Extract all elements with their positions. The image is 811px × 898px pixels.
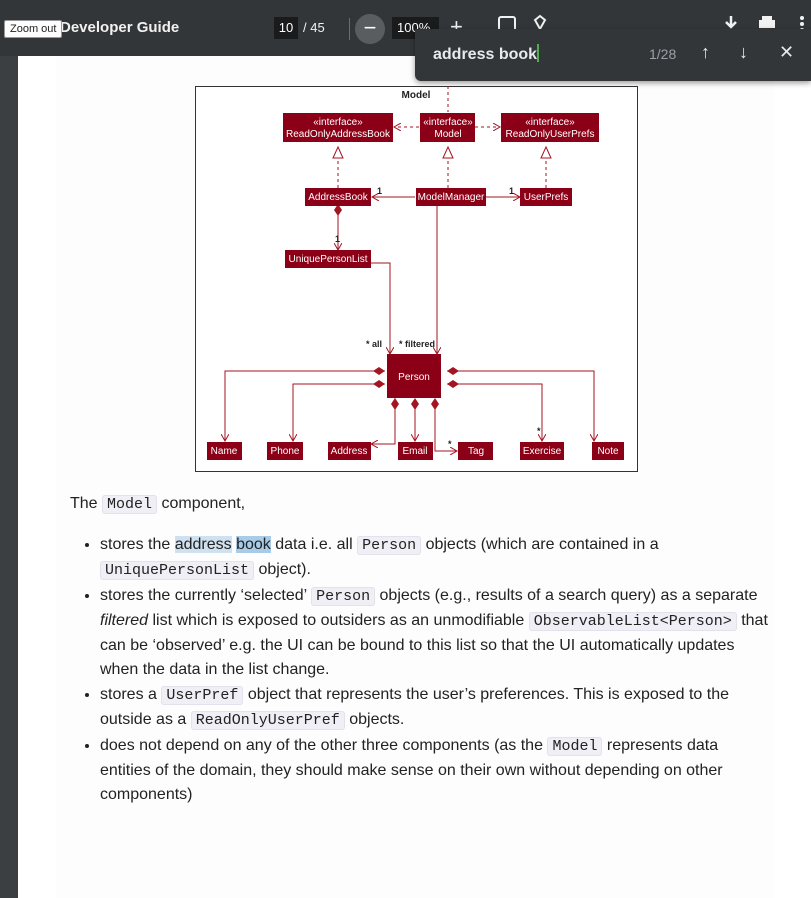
find-input[interactable]: address book [433, 44, 540, 64]
multiplicity-label: 1 [335, 234, 340, 244]
find-match-count: 1/28 [649, 46, 677, 62]
left-gutter [0, 56, 18, 898]
node-tag: Tag [458, 442, 493, 460]
inline-code: Model [547, 737, 603, 756]
model-description: The Model component, stores the address … [70, 490, 770, 808]
text-span: data i.e. all [275, 536, 353, 553]
node-address: Address [328, 442, 371, 460]
inline-code: Model [102, 495, 158, 514]
node-label: ReadOnlyUserPrefs [506, 129, 595, 140]
intro-paragraph: The Model component, [70, 492, 770, 517]
search-highlight: address [174, 536, 232, 553]
stereotype-label: «interface» [313, 117, 363, 128]
list-item: does not depend on any of the other thre… [100, 734, 770, 807]
inline-code: UniquePersonList [100, 561, 255, 580]
node-address-book: AddressBook [305, 188, 371, 206]
toolbar-divider [349, 18, 350, 40]
inline-code: Person [311, 587, 376, 606]
text-span: objects. [349, 711, 405, 728]
node-label: ReadOnlyAddressBook [286, 129, 391, 140]
multiplicity-label: 1 [509, 186, 514, 196]
feature-list: stores the address book data i.e. all Pe… [70, 533, 770, 807]
document-title: Developer Guide [60, 19, 180, 36]
node-label: AddressBook [308, 192, 368, 203]
find-next-button[interactable]: ↓ [739, 42, 748, 63]
text-span: list which is exposed to outsiders as an… [152, 612, 525, 629]
inline-code: ReadOnlyUserPref [190, 711, 345, 730]
page-number-input[interactable]: 10 [274, 17, 298, 39]
node-label: Email [402, 446, 427, 457]
stereotype-label: «interface» [423, 117, 473, 128]
node-label: UniquePersonList [289, 254, 368, 265]
find-previous-button[interactable]: ↑ [701, 42, 710, 63]
node-label: Address [331, 446, 368, 457]
find-bar: address book 1/28 ↑ ↓ ✕ [415, 29, 811, 81]
node-label: UserPrefs [524, 192, 568, 203]
node-person: Person [387, 354, 441, 398]
text-span: stores the currently ‘selected’ [100, 587, 307, 604]
node-label: Phone [271, 446, 300, 457]
list-item: stores the currently ‘selected’ Person o… [100, 584, 770, 682]
node-phone: Phone [267, 442, 303, 460]
node-readonly-user-prefs: «interface» ReadOnlyUserPrefs [501, 113, 599, 142]
page-total: / 45 [303, 20, 325, 35]
text-span: component, [161, 495, 246, 512]
inline-code: Person [357, 536, 422, 555]
zoom-out-button[interactable]: − [355, 14, 385, 44]
node-label: Model [434, 129, 461, 140]
list-item: stores the address book data i.e. all Pe… [100, 533, 770, 583]
text-span: objects (e.g., results of a search query… [379, 587, 758, 604]
find-query: address book [433, 46, 538, 63]
node-model-manager: ModelManager [416, 188, 486, 206]
inline-code: ObservableList<Person> [528, 612, 737, 631]
multiplicity-label: 1 [377, 186, 382, 196]
node-user-prefs: UserPrefs [520, 188, 572, 206]
node-label: ModelManager [418, 192, 485, 203]
package-title: Model [402, 90, 431, 101]
multiplicity-label: * all [366, 339, 382, 349]
text-caret [537, 44, 540, 62]
stereotype-label: «interface» [525, 117, 575, 128]
text-span: stores the [100, 536, 171, 553]
search-highlight: book [236, 536, 271, 553]
node-note: Note [592, 442, 624, 460]
multiplicity-label: * [537, 426, 541, 436]
inline-code: UserPref [161, 686, 244, 705]
find-close-button[interactable]: ✕ [779, 42, 794, 63]
node-exercise: Exercise [520, 442, 564, 460]
node-readonly-address-book: «interface» ReadOnlyAddressBook [283, 113, 393, 142]
text-span: stores a [100, 686, 157, 703]
package-frame [195, 86, 638, 472]
model-class-diagram: Model «interface» ReadOnlyAddressBook «i… [195, 86, 638, 472]
node-label: Name [211, 446, 238, 457]
text-span: objects (which are contained in a [425, 536, 659, 553]
node-email: Email [398, 442, 433, 460]
node-label: Person [398, 372, 430, 383]
node-label: Exercise [523, 446, 562, 457]
emphasis: filtered [100, 612, 149, 629]
multiplicity-label: * [448, 439, 452, 449]
node-label: Tag [468, 446, 484, 457]
node-label: Note [597, 446, 619, 457]
node-unique-person-list: UniquePersonList [285, 250, 371, 268]
zoom-out-tooltip: Zoom out [4, 20, 63, 38]
multiplicity-label: * filtered [399, 339, 435, 349]
list-item: stores a UserPref object that represents… [100, 683, 770, 733]
node-model: «interface» Model [420, 113, 475, 142]
text-span: The [70, 495, 98, 512]
node-name: Name [207, 442, 242, 460]
text-span: does not depend on any of the other thre… [100, 737, 543, 754]
text-span: object). [258, 561, 311, 578]
